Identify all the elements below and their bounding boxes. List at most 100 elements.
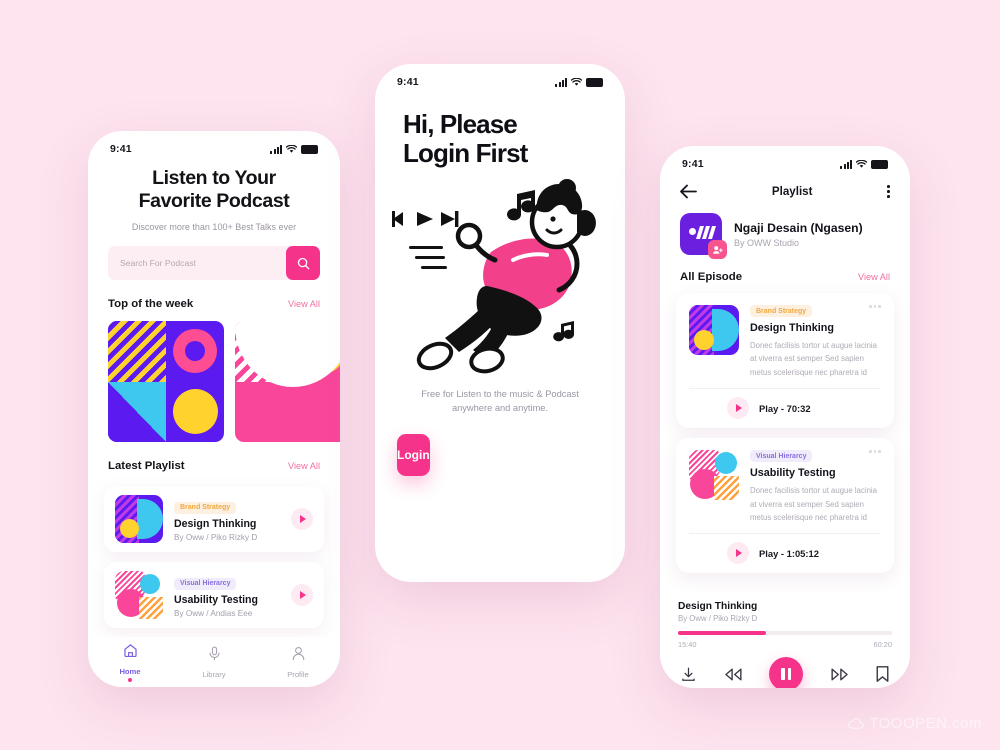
status-bar: 9:41 bbox=[88, 131, 340, 155]
episode-description: Donec facilisis tortor ut augue lacinia … bbox=[750, 486, 877, 523]
playlist-list: Brand Strategy Design Thinking By Oww / … bbox=[88, 486, 340, 628]
status-time: 9:41 bbox=[110, 143, 132, 155]
tab-home[interactable]: Home bbox=[88, 642, 172, 682]
active-indicator-dot bbox=[128, 678, 132, 682]
battery-icon bbox=[301, 145, 318, 154]
section-title: Top of the week bbox=[108, 298, 194, 310]
artwork-carousel[interactable] bbox=[88, 321, 340, 442]
phone-home-screen: 9:41 Listen to Your Favorite Podcast Dis… bbox=[88, 131, 340, 687]
player-controls bbox=[678, 657, 892, 688]
more-dots-icon[interactable] bbox=[869, 305, 881, 308]
tab-library[interactable]: Library bbox=[172, 645, 256, 679]
play-icon bbox=[736, 404, 742, 413]
episode-info: Visual Hierarcy Usability Testing Donec … bbox=[750, 450, 881, 524]
microphone-icon bbox=[209, 646, 219, 661]
login-button[interactable]: Login bbox=[397, 433, 430, 476]
podcast-header: Ngaji Desain (Ngasen) By OWW Studio bbox=[660, 199, 910, 259]
play-button[interactable] bbox=[291, 584, 313, 606]
fast-forward-icon[interactable] bbox=[829, 666, 850, 683]
circle-shape bbox=[166, 382, 224, 443]
rewind-icon[interactable] bbox=[723, 666, 744, 683]
play-button[interactable] bbox=[727, 542, 749, 565]
home-icon bbox=[123, 644, 137, 658]
item-info: Brand Strategy Design Thinking By Oww / … bbox=[174, 496, 280, 542]
cellular-bars-icon bbox=[270, 144, 282, 154]
semicircle-shape bbox=[235, 321, 340, 443]
watermark: TOOOPEN.com bbox=[848, 715, 982, 732]
episode-play-row[interactable]: Play - 70:32 bbox=[689, 388, 881, 428]
section-latest-playlist: Latest Playlist View All bbox=[88, 460, 340, 472]
player-times: 15:40 60:20 bbox=[678, 640, 892, 649]
search-button[interactable] bbox=[286, 246, 320, 280]
episode-card[interactable]: Brand Strategy Design Thinking Donec fac… bbox=[676, 293, 894, 429]
podcast-author: By OWW Studio bbox=[734, 237, 800, 248]
elapsed-time: 15:40 bbox=[678, 640, 697, 649]
total-time: 60:20 bbox=[873, 640, 893, 649]
section-title: All Episode bbox=[680, 271, 743, 283]
item-title: Design Thinking bbox=[174, 517, 257, 530]
section-top-of-week: Top of the week View All bbox=[88, 298, 340, 310]
episode-info: Brand Strategy Design Thinking Donec fac… bbox=[750, 305, 881, 379]
nav-bar: Playlist bbox=[660, 170, 910, 199]
pause-icon[interactable] bbox=[769, 657, 803, 688]
status-icons bbox=[840, 159, 888, 169]
back-arrow-icon[interactable] bbox=[680, 184, 697, 199]
cellular-bars-icon bbox=[555, 77, 567, 87]
page-subtitle: Discover more than 100+ Best Talks ever bbox=[131, 222, 297, 232]
section-title: Latest Playlist bbox=[108, 460, 185, 472]
view-all-link[interactable]: View All bbox=[288, 461, 320, 471]
page-title: Listen to Your Favorite Podcast bbox=[138, 167, 290, 212]
album-art-pink[interactable] bbox=[235, 321, 340, 442]
audio-player: Design Thinking By Oww / Piko Rizky D 15… bbox=[660, 592, 910, 688]
episode-play-row[interactable]: Play - 1:05:12 bbox=[689, 533, 881, 573]
podcast-logo-icon bbox=[680, 213, 727, 259]
person-listening-music-illustration bbox=[392, 178, 596, 374]
add-person-icon[interactable] bbox=[708, 240, 727, 259]
bookmark-icon[interactable] bbox=[875, 665, 890, 683]
progress-bar[interactable] bbox=[678, 631, 892, 635]
phone-login-screen: 9:41 Hi, Please Login First Free for Lis… bbox=[375, 64, 625, 582]
episode-card[interactable]: Visual Hierarcy Usability Testing Donec … bbox=[676, 438, 894, 574]
section-all-episode: All Episode View All bbox=[660, 271, 910, 283]
view-all-link[interactable]: View All bbox=[288, 299, 320, 309]
album-art-purple[interactable] bbox=[108, 321, 224, 442]
thumbnail bbox=[115, 571, 163, 619]
play-label: Play - 1:05:12 bbox=[759, 547, 819, 559]
play-icon bbox=[300, 591, 306, 599]
thumbnail bbox=[115, 495, 163, 543]
wifi-icon bbox=[856, 159, 867, 168]
search-input[interactable]: Search For Podcast bbox=[108, 258, 196, 268]
battery-icon bbox=[871, 160, 888, 169]
play-button[interactable] bbox=[291, 508, 313, 530]
view-all-link[interactable]: View All bbox=[858, 272, 890, 282]
list-item[interactable]: Brand Strategy Design Thinking By Oww / … bbox=[104, 486, 324, 552]
progress-fill bbox=[678, 631, 766, 635]
status-icons bbox=[270, 144, 318, 154]
canvas: 9:41 Listen to Your Favorite Podcast Dis… bbox=[0, 0, 1000, 750]
status-badge: Visual Hierarcy bbox=[750, 450, 813, 463]
status-badge: Visual Hierarcy bbox=[174, 577, 237, 590]
page-title: Hi, Please Login First bbox=[403, 109, 528, 169]
podcast-info: Ngaji Desain (Ngasen) By OWW Studio bbox=[734, 221, 863, 248]
search-icon bbox=[297, 257, 309, 269]
tab-label: Library bbox=[202, 670, 226, 679]
more-dots-icon[interactable] bbox=[869, 450, 881, 453]
home-header: Listen to Your Favorite Podcast Discover… bbox=[88, 155, 340, 232]
triangle-shape bbox=[108, 381, 166, 442]
tab-profile[interactable]: Profile bbox=[256, 645, 340, 679]
status-time: 9:41 bbox=[397, 76, 419, 88]
watermark-text: TOOOPEN.com bbox=[869, 715, 982, 732]
ring-shape bbox=[166, 321, 224, 382]
cellular-bars-icon bbox=[840, 159, 852, 169]
download-icon[interactable] bbox=[680, 666, 697, 683]
cloud-icon bbox=[848, 718, 864, 729]
play-button[interactable] bbox=[727, 397, 749, 420]
item-info: Visual Hierarcy Usability Testing By Oww… bbox=[174, 572, 280, 618]
search-bar[interactable]: Search For Podcast bbox=[108, 246, 320, 280]
kebab-menu-icon[interactable] bbox=[887, 185, 890, 198]
status-bar: 9:41 bbox=[660, 146, 910, 170]
page-title: Playlist bbox=[771, 185, 813, 198]
status-time: 9:41 bbox=[682, 158, 704, 170]
wifi-icon bbox=[286, 144, 297, 153]
list-item[interactable]: Visual Hierarcy Usability Testing By Oww… bbox=[104, 562, 324, 628]
